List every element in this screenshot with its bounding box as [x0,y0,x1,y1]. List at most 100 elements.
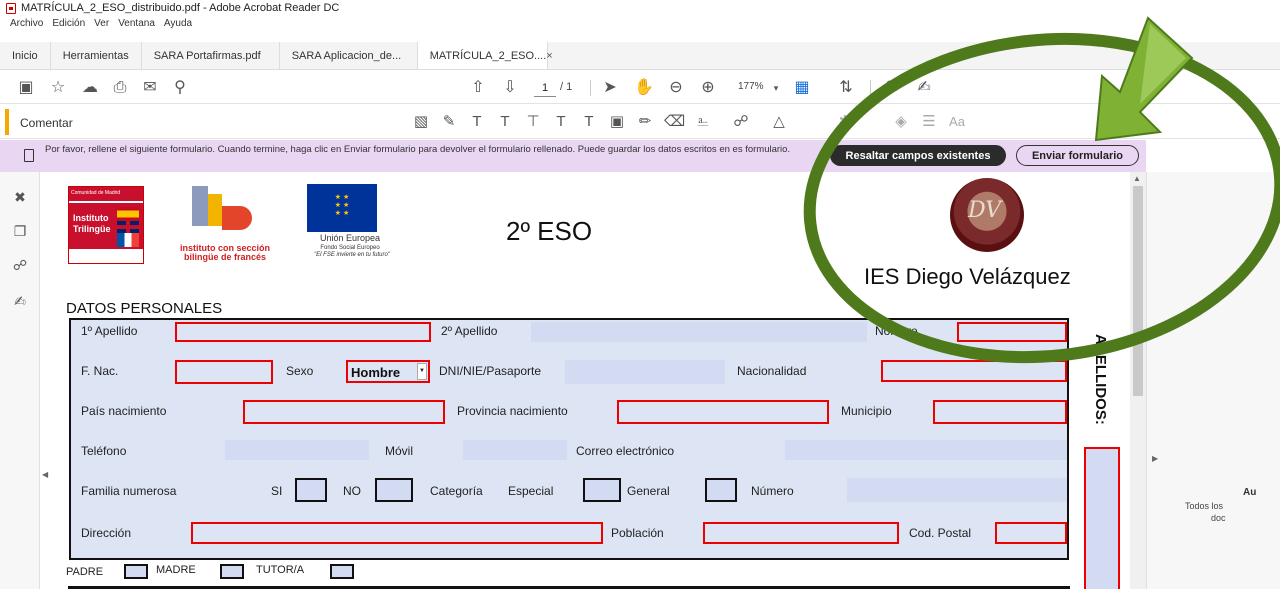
chevron-down-icon[interactable]: ▼ [417,363,427,380]
submit-form-button[interactable]: Enviar formulario [1016,145,1139,166]
sexo-select[interactable]: Hombre ▼ [346,360,430,383]
label-pais: País nacimiento [81,404,167,418]
select-arrow-icon[interactable]: ➤ [600,78,620,98]
familia-si-checkbox[interactable] [295,478,327,502]
replace-text-icon[interactable]: ⊤ [524,113,542,131]
menu-ventana[interactable]: Ventana [118,18,155,29]
logo-madrid-text: Instituto Trilingüe [73,213,111,235]
tab-sara-aplicacion[interactable]: SARA Aplicacion_de... [280,42,418,69]
email-icon[interactable]: ✉ [140,78,160,98]
menu-ayuda[interactable]: Ayuda [164,18,192,29]
collapse-left-arrow-icon[interactable]: ◀ [42,470,48,479]
label-movil: Móvil [385,444,414,458]
ib-logo-text: instituto con sección bilingüe de francé… [179,243,270,262]
underline-text-icon[interactable]: T [468,113,486,131]
star-icon[interactable]: ☆ [48,78,68,98]
menu-edicion[interactable]: Edición [52,18,85,29]
tab-sara-portafirmas[interactable]: SARA Portafirmas.pdf [142,42,280,69]
categoria-general-checkbox[interactable] [705,478,737,502]
telefono-field[interactable] [225,440,369,460]
text-box-icon[interactable]: ▣ [608,113,626,131]
madre-checkbox[interactable] [220,564,244,579]
ies-logo-emblem: DV [950,178,1024,252]
apellido2-field[interactable] [531,322,867,342]
zoom-in-icon[interactable]: ⊕ [698,78,718,98]
toolbar-divider [870,80,871,96]
menu-archivo[interactable]: Archivo [10,18,43,29]
fill-sign-icon[interactable]: ✍ [914,78,934,98]
attach-icon[interactable]: ☍ [732,113,750,131]
fecha-nacimiento-field[interactable] [175,360,273,384]
numero-familia-field[interactable] [847,478,1067,502]
chevron-down-icon[interactable]: ▾ [766,78,786,98]
dni-field[interactable] [565,360,725,384]
school-name: IES Diego Velázquez [864,264,1071,289]
add-text-icon[interactable]: T [580,113,598,131]
stamp-icon[interactable]: ⎁ [694,113,712,131]
movil-field[interactable] [463,440,567,460]
scroll-mode-icon[interactable]: ⇅ [836,78,856,98]
uk-flag-icon [117,221,139,233]
tab-matricula-label: MATRÍCULA_2_ESO.... [429,49,547,62]
scroll-up-arrow-icon[interactable]: ▲ [1133,174,1141,183]
pais-nacimiento-field[interactable] [243,400,445,424]
hand-tool-icon[interactable]: ✋ [634,78,654,98]
strikethrough-text-icon[interactable]: T [496,113,514,131]
tab-matricula[interactable]: MATRÍCULA_2_ESO.... × [417,42,553,69]
expand-right-arrow-icon[interactable]: ▶ [1152,454,1158,463]
ib-logo-b-stem [208,194,222,226]
vertical-scrollbar[interactable]: ▲ [1130,172,1146,589]
right-tools-panel: ▶ Au Todos los doc [1146,172,1280,589]
bookmark-icon[interactable]: ✖ [11,188,29,206]
upload-cloud-icon[interactable]: ☁ [80,78,100,98]
highlight-icon[interactable]: ✎ [440,113,458,131]
label-telefono: Teléfono [81,444,127,458]
tab-tools[interactable]: Herramientas [51,42,142,69]
logo-madrid-body: Instituto Trilingüe [69,203,143,249]
zoom-out-icon[interactable]: ⊖ [666,78,686,98]
tab-home[interactable]: Inicio [0,42,51,69]
sticky-note-icon[interactable]: ▧ [412,113,430,131]
poblacion-field[interactable] [703,522,899,544]
page-number-input[interactable]: 1 [534,79,556,97]
categoria-especial-checkbox[interactable] [583,478,621,502]
ib-logo-b-bowl [222,206,252,230]
pencil-draw-icon[interactable]: ✏ [636,113,654,131]
logo-madrid-top: Comunidad de Madrid [69,187,143,201]
personal-data-form: 1º Apellido 2º Apellido Nombre F. Nac. S… [69,318,1069,560]
tutor-checkbox[interactable] [330,564,354,579]
fit-page-icon[interactable]: ▦ [792,78,812,98]
zoom-search-icon[interactable]: ⚲ [170,78,190,98]
pages-icon[interactable]: ❐ [11,222,29,240]
section-title: DATOS PERSONALES [66,300,223,317]
save-icon[interactable]: ▣ [16,78,36,98]
apellido1-field[interactable] [175,322,431,342]
print-icon[interactable]: ⎙ [110,78,130,98]
apellidos-side-field[interactable] [1084,447,1120,589]
logo-madrid-line1: Instituto [73,213,109,223]
sign-pen-icon[interactable]: ✎ [882,78,902,98]
eraser-icon[interactable]: ⌫ [664,113,685,131]
page-down-icon[interactable]: ⇩ [500,78,520,98]
page-up-icon[interactable]: ⇧ [468,78,488,98]
padre-checkbox[interactable] [124,564,148,579]
provincia-field[interactable] [617,400,829,424]
menu-ver[interactable]: Ver [94,18,109,29]
correo-field[interactable] [785,440,1067,460]
signature-icon[interactable]: ✍ [11,292,29,310]
union-europea-logo: ★ ★ ★ ★ ★ ★ Unión Europea Fondo Social Eur… [306,184,396,270]
municipio-field[interactable] [933,400,1067,424]
shapes-icon[interactable]: △ [770,113,788,131]
codigo-postal-field[interactable] [995,522,1067,544]
zoom-level[interactable]: 177% [738,81,764,92]
nombre-field[interactable] [957,322,1067,342]
attachment-icon[interactable]: ☍ [11,256,29,274]
direccion-field[interactable] [191,522,603,544]
familia-no-checkbox[interactable] [375,478,413,502]
highlight-fields-button[interactable]: Resaltar campos existentes [830,145,1006,166]
scrollbar-thumb[interactable] [1133,186,1143,396]
pin-icon: ✱ [838,113,852,130]
close-icon[interactable]: × [546,50,552,62]
insert-text-icon[interactable]: T [552,113,570,131]
nacionalidad-field[interactable] [881,360,1067,382]
